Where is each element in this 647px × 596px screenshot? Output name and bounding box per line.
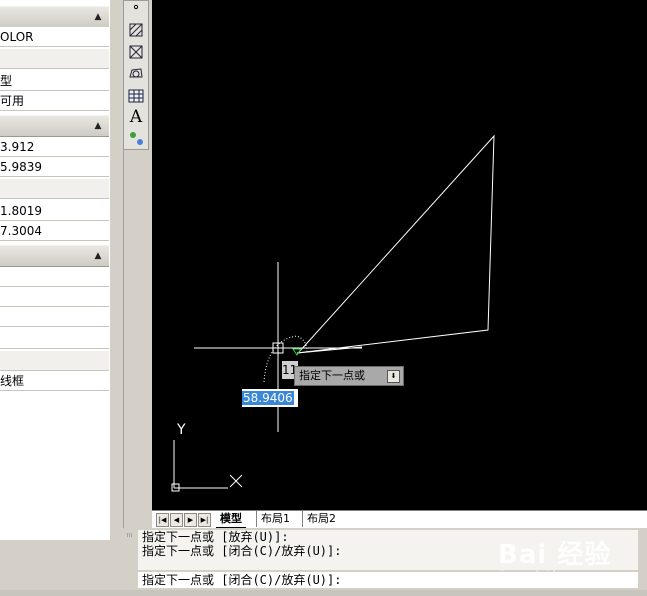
prompt-options-button[interactable]: ⬇ bbox=[387, 370, 400, 383]
ucs-y-label: Y bbox=[176, 422, 186, 438]
first-tab-button[interactable]: |◀ bbox=[156, 513, 169, 527]
watermark-brand: Bai 经验 bbox=[498, 540, 612, 570]
tab-layout1[interactable]: 布局1 bbox=[256, 511, 294, 527]
tab-layout2[interactable]: 布局2 bbox=[302, 511, 340, 527]
section-header-general[interactable]: ▲ bbox=[0, 6, 109, 28]
prop-color-value[interactable]: OLOR bbox=[0, 27, 109, 47]
dynamic-prompt-tooltip: 指定下一点或 ⬇ bbox=[294, 366, 404, 386]
grip-handle-icon[interactable] bbox=[126, 532, 134, 582]
add-selected-icon[interactable] bbox=[127, 129, 145, 147]
draw-toolbar: A bbox=[123, 0, 149, 150]
status-bar bbox=[0, 590, 647, 596]
length-input[interactable]: 58.9406 bbox=[242, 389, 298, 407]
prop-linetype-value[interactable]: 型 bbox=[0, 71, 109, 91]
prop-geometry-value-2[interactable]: 5.9839 bbox=[0, 157, 109, 177]
prop-geometry-value-4[interactable]: 1.8019 bbox=[0, 201, 109, 221]
snap-marker bbox=[292, 348, 302, 356]
tab-model[interactable]: 模型 bbox=[216, 511, 246, 528]
section-header-geometry[interactable]: ▲ bbox=[0, 115, 109, 137]
prop-misc-row-3[interactable] bbox=[0, 307, 109, 327]
table-icon[interactable] bbox=[127, 87, 145, 105]
next-tab-button[interactable]: ▶ bbox=[184, 513, 197, 527]
length-input-value: 58.9406 bbox=[242, 391, 294, 405]
watermark-url: jingyan.baidu.com bbox=[500, 570, 584, 580]
drawing-canvas[interactable]: Y bbox=[152, 0, 647, 510]
point-icon[interactable] bbox=[127, 1, 145, 19]
prev-tab-button[interactable]: ◀ bbox=[170, 513, 183, 527]
multiline-text-icon[interactable]: A bbox=[127, 107, 145, 127]
prop-misc-row-1[interactable] bbox=[0, 267, 109, 287]
gradient-icon[interactable] bbox=[127, 43, 145, 61]
palette-splitter[interactable] bbox=[110, 0, 124, 540]
dynamic-prompt-text: 指定下一点或 bbox=[299, 369, 365, 382]
watermark: Bai 经验 jingyan.baidu.com bbox=[498, 530, 638, 590]
collapse-arrow-icon[interactable]: ▲ bbox=[91, 249, 105, 263]
prop-geometry-value-3[interactable] bbox=[0, 179, 109, 199]
prop-visual-style-value[interactable]: 线框 bbox=[0, 371, 109, 391]
collapse-arrow-icon[interactable]: ▲ bbox=[91, 119, 105, 133]
prop-misc-row-5[interactable] bbox=[0, 351, 109, 371]
polyline-segments bbox=[296, 134, 495, 354]
prop-row-empty[interactable] bbox=[0, 49, 109, 69]
collapse-arrow-icon[interactable]: ▲ bbox=[91, 10, 105, 24]
prop-misc-row-4[interactable] bbox=[0, 329, 109, 349]
region-icon[interactable] bbox=[127, 65, 145, 83]
prop-geometry-value-1[interactable]: 3.912 bbox=[0, 137, 109, 157]
prop-geometry-value-5[interactable]: 7.3004 bbox=[0, 221, 109, 241]
section-header-misc[interactable]: ▲ bbox=[0, 245, 109, 267]
layout-tab-bar: |◀ ◀ ▶ ▶| 模型 布局1 布局2 bbox=[152, 510, 647, 529]
properties-palette: ▲ OLOR 型 可用 ▲ 3.912 5.9839 1.8019 7.3004… bbox=[0, 0, 111, 540]
prop-plotstyle-value[interactable]: 可用 bbox=[0, 91, 109, 111]
hatch-icon[interactable] bbox=[127, 21, 145, 39]
last-tab-button[interactable]: ▶| bbox=[198, 513, 211, 527]
prop-misc-row-2[interactable] bbox=[0, 287, 109, 307]
drawing-linework: Y bbox=[171, 134, 495, 492]
